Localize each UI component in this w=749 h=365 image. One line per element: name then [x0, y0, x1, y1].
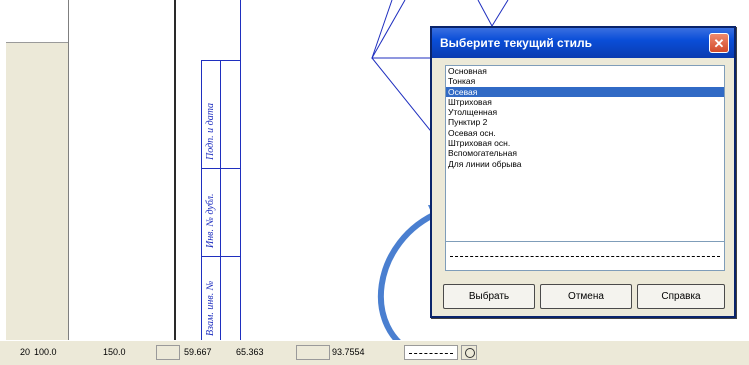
style-preview — [445, 241, 725, 271]
diamond-shape — [477, 0, 509, 28]
coord-y-value[interactable]: 65.363 — [236, 347, 264, 357]
dialog-titlebar[interactable]: Выберите текущий стиль ✕ — [432, 28, 734, 58]
angle-value[interactable]: 93.7554 — [332, 347, 365, 357]
zoom-value[interactable]: 100.0 — [34, 347, 57, 357]
style-line-preview — [409, 353, 453, 354]
zoom-label: 20 — [20, 347, 31, 357]
style-list-item-selected[interactable]: Осевая — [446, 86, 724, 97]
style-list-item[interactable]: Основная — [446, 66, 724, 76]
dialog-title: Выберите текущий стиль — [440, 36, 592, 50]
cancel-button[interactable]: Отмена — [540, 284, 632, 309]
select-button[interactable]: Выбрать — [443, 284, 535, 309]
style-list-item[interactable]: Пунктир 2 — [446, 117, 724, 127]
angle-field-icon — [296, 345, 330, 360]
diamond-shape — [371, 0, 439, 141]
status-bar: 20 100.0 150.0 59.667 65.363 93.7554 — [0, 340, 749, 365]
style-listbox[interactable]: Основная Тонкая Осевая Штриховая Утолщен… — [445, 65, 725, 258]
circle-icon — [465, 348, 475, 358]
style-list-item[interactable]: Штриховая — [446, 97, 724, 107]
style-list-item[interactable]: Осевая осн. — [446, 128, 724, 138]
style-list-item[interactable]: Утолщенная — [446, 107, 724, 117]
preview-line — [450, 256, 720, 257]
style-list-item[interactable]: Для линии обрыва — [446, 159, 724, 169]
style-list-item[interactable]: Тонкая — [446, 76, 724, 86]
coord-x-field-icon — [156, 345, 180, 360]
close-icon[interactable]: ✕ — [709, 33, 729, 53]
help-button[interactable]: Справка — [637, 284, 725, 309]
style-list-item[interactable]: Штриховая осн. — [446, 138, 724, 148]
coord-x-value[interactable]: 59.667 — [184, 347, 212, 357]
step-value[interactable]: 150.0 — [103, 347, 126, 357]
current-style-field[interactable] — [404, 345, 458, 360]
style-picker-button[interactable] — [461, 345, 477, 360]
style-list-item[interactable]: Вспомогательная — [446, 148, 724, 158]
style-dialog: Выберите текущий стиль ✕ Основная Тонкая… — [430, 26, 736, 318]
